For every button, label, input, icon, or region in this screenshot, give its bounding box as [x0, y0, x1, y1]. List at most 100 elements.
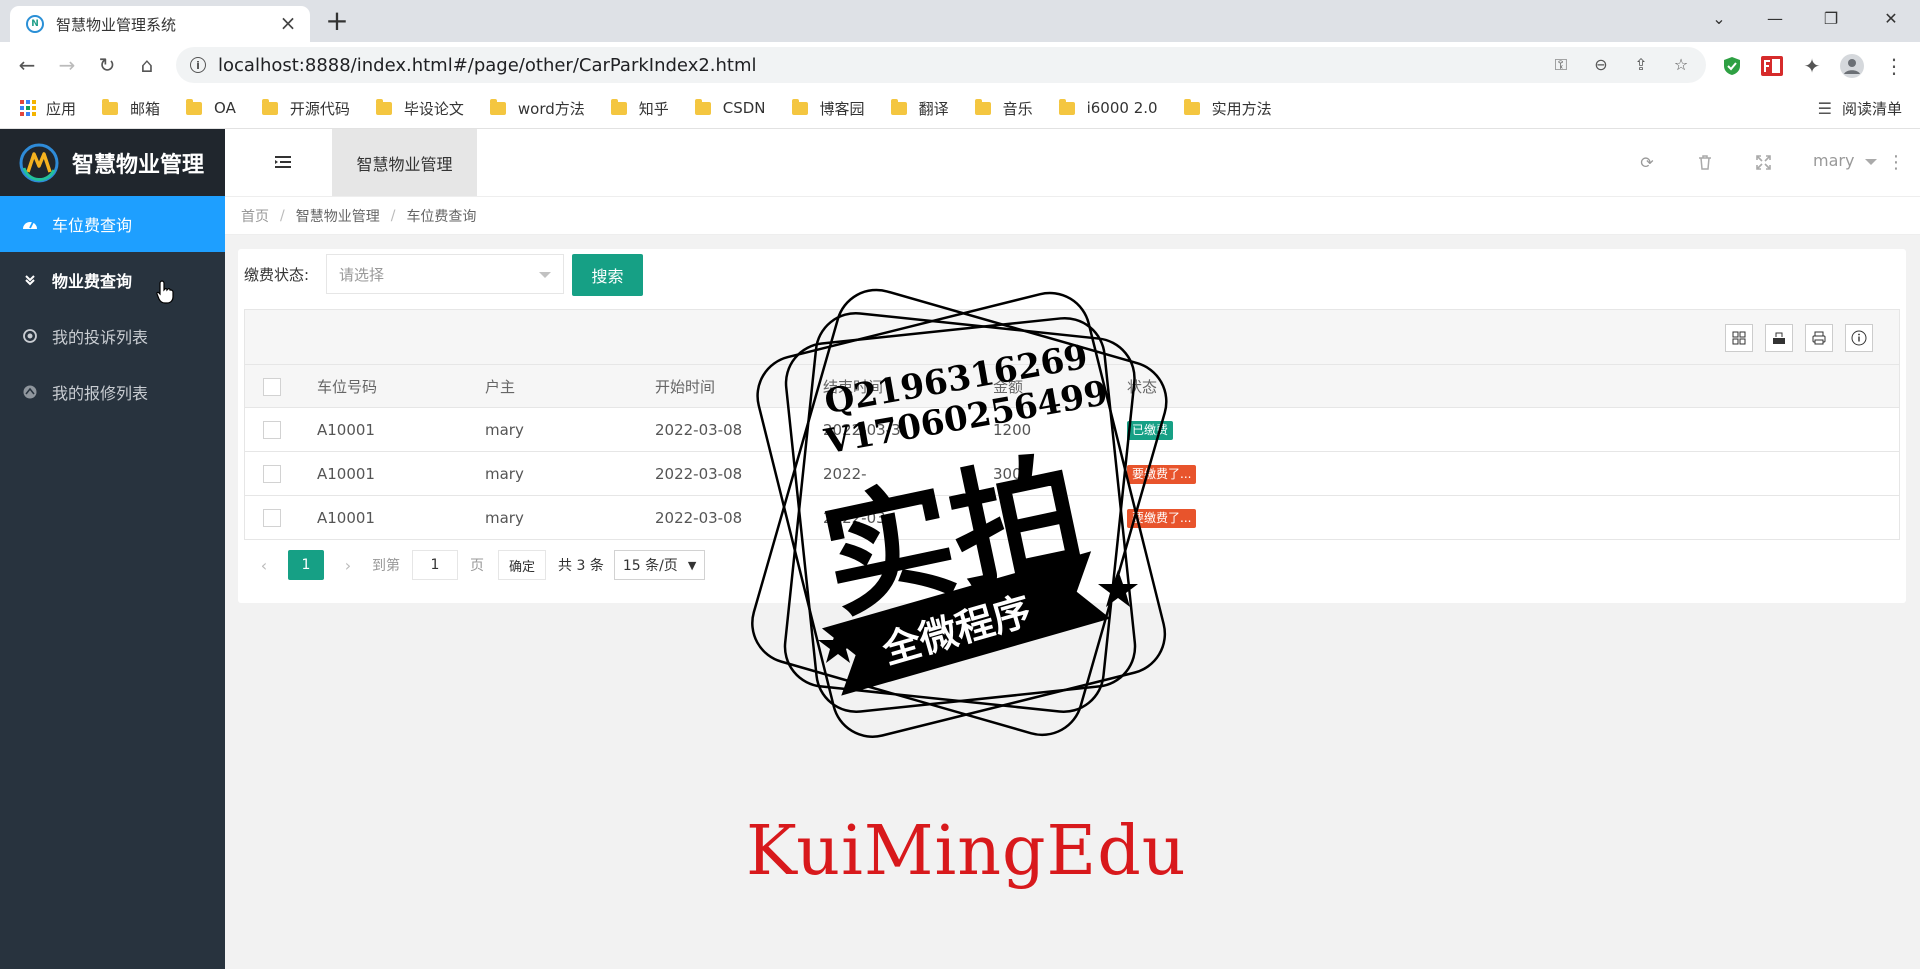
folder-icon: [1058, 98, 1075, 115]
table-toolbar: [244, 309, 1900, 365]
cell-owner: mary: [485, 465, 524, 483]
bookmarks-bar: 应用 邮箱 OA 开源代码 毕设论文 word方法 知乎 CSDN 博客园 翻译…: [0, 88, 1920, 129]
filter-label: 缴费状态:: [244, 266, 310, 284]
bookmark-star-icon[interactable]: ☆: [1670, 55, 1692, 75]
row-checkbox[interactable]: [263, 421, 281, 439]
reading-list[interactable]: ☰ 阅读清单: [1818, 88, 1902, 128]
bookmark-folder[interactable]: word方法: [478, 94, 599, 122]
folder-icon: [890, 98, 907, 115]
cell-amount: 1200: [993, 421, 1032, 439]
share-icon[interactable]: ⇪: [1630, 55, 1652, 75]
omnibox[interactable]: i localhost:8888/index.html#/page/other/…: [176, 47, 1706, 83]
payment-status-select[interactable]: 请选择: [326, 254, 564, 294]
bookmark-folder[interactable]: 音乐: [963, 94, 1047, 122]
folder-icon: [186, 98, 203, 115]
column-header[interactable]: 状态: [1127, 365, 1157, 409]
sidebar-toggle-icon[interactable]: [273, 152, 293, 172]
back-icon[interactable]: ←: [12, 50, 42, 80]
url-text: localhost:8888/index.html#/page/other/Ca…: [218, 54, 757, 76]
cell-code: A10001: [317, 421, 375, 439]
table-row[interactable]: A10001 mary 2022-03-08 2022-03-3 1200 已缴…: [244, 408, 1900, 452]
column-header[interactable]: 户主: [485, 365, 515, 409]
table-row[interactable]: A10001 mary 2022-03-08 2022-03- 要缴费了...: [244, 496, 1900, 540]
bookmark-folder[interactable]: 实用方法: [1172, 94, 1286, 122]
reload-icon[interactable]: ↻: [92, 50, 122, 80]
fe-extension-icon[interactable]: [1760, 54, 1784, 78]
current-page[interactable]: 1: [288, 550, 324, 580]
site-info-icon[interactable]: i: [190, 57, 206, 73]
cell-code: A10001: [317, 465, 375, 483]
search-button[interactable]: 搜索: [572, 254, 643, 296]
extensions-puzzle-icon[interactable]: ✦: [1800, 54, 1824, 78]
column-header[interactable]: 车位号码: [317, 365, 377, 409]
confirm-page-button[interactable]: 确定: [498, 550, 547, 580]
browser-menu-icon[interactable]: ⋮: [1882, 54, 1906, 78]
bookmark-folder[interactable]: 知乎: [599, 94, 683, 122]
sidebar-item-carpark-fee[interactable]: 车位费查询: [0, 196, 225, 252]
refresh-icon[interactable]: ⟳: [1636, 151, 1658, 173]
more-vertical-icon[interactable]: ⋮: [1885, 151, 1907, 173]
page-unit-label: 页: [470, 558, 484, 574]
page-size-select[interactable]: 15 条/页 ▼: [613, 550, 706, 580]
breadcrumb-home[interactable]: 首页: [241, 206, 269, 226]
browser-tab[interactable]: N 智慧物业管理系统 ×: [10, 6, 310, 42]
bookmark-folder[interactable]: 博客园: [780, 94, 879, 122]
bookmark-folder[interactable]: i6000 2.0: [1047, 94, 1172, 122]
cell-start: 2022-03-08: [655, 421, 743, 439]
row-checkbox[interactable]: [263, 509, 281, 527]
bookmark-folder[interactable]: 毕设论文: [364, 94, 478, 122]
next-page-icon[interactable]: ›: [338, 556, 358, 575]
bookmark-folder[interactable]: CSDN: [683, 94, 780, 122]
header-tab[interactable]: 智慧物业管理: [332, 129, 477, 196]
window-close-icon[interactable]: ✕: [1868, 0, 1914, 36]
bookmark-folder[interactable]: 翻译: [879, 94, 963, 122]
page-number-input[interactable]: 1: [412, 550, 458, 580]
apps-grid-icon: [20, 100, 36, 116]
minimize-icon[interactable]: —: [1752, 0, 1798, 36]
column-header[interactable]: 结束时间: [823, 365, 883, 409]
columns-filter-icon[interactable]: [1725, 324, 1753, 352]
trash-icon[interactable]: [1694, 151, 1716, 173]
gauge-icon: [22, 384, 38, 400]
sidebar-item-repairs[interactable]: 我的报修列表: [0, 364, 225, 420]
restore-icon[interactable]: ❐: [1808, 0, 1854, 36]
row-checkbox[interactable]: [263, 465, 281, 483]
cell-owner: mary: [485, 421, 524, 439]
print-icon[interactable]: [1805, 324, 1833, 352]
sidebar-item-property-fee[interactable]: 物业费查询: [0, 252, 225, 308]
chevron-down-icon: ▼: [687, 558, 697, 572]
bookmark-apps[interactable]: 应用: [0, 94, 90, 122]
select-all-checkbox[interactable]: [263, 378, 281, 396]
table-row[interactable]: A10001 mary 2022-03-08 2022- 300 要缴费了...: [244, 452, 1900, 496]
profile-avatar-icon[interactable]: [1840, 54, 1864, 78]
watermark-brand-text: KuiMingEdu: [746, 812, 1187, 891]
user-menu[interactable]: mary: [1813, 151, 1877, 170]
select-caret-icon: [539, 272, 551, 278]
new-tab-icon[interactable]: +: [322, 7, 352, 38]
bookmark-folder[interactable]: 开源代码: [250, 94, 364, 122]
breadcrumb-section[interactable]: 智慧物业管理: [296, 206, 380, 226]
table-header-row: 车位号码 户主 开始时间 结束时间 金额 状态: [244, 364, 1900, 408]
tab-search-icon[interactable]: ⌄: [1696, 0, 1742, 36]
zoom-icon[interactable]: ⊖: [1590, 55, 1612, 75]
status-badge: 要缴费了...: [1127, 465, 1197, 484]
prev-page-icon[interactable]: ‹: [254, 556, 274, 575]
fullscreen-icon[interactable]: [1752, 151, 1774, 173]
column-header[interactable]: 金额: [993, 365, 1023, 409]
bookmark-folder[interactable]: OA: [174, 94, 250, 122]
brand-logo-icon: [19, 143, 59, 182]
browser-tabbar: N 智慧物业管理系统 × + ⌄ — ❐ ✕: [0, 0, 1920, 42]
shield-extension-icon[interactable]: [1720, 54, 1744, 78]
close-tab-icon[interactable]: ×: [278, 13, 298, 34]
export-icon[interactable]: [1765, 324, 1793, 352]
sidebar-item-complaints[interactable]: 我的投诉列表: [0, 308, 225, 364]
bookmark-folder[interactable]: 邮箱: [90, 94, 174, 122]
home-icon[interactable]: ⌂: [132, 50, 162, 80]
folder-icon: [694, 98, 711, 115]
target-icon: [22, 328, 38, 344]
folder-icon: [791, 98, 808, 115]
column-header[interactable]: 开始时间: [655, 365, 715, 409]
key-icon[interactable]: ⚿: [1550, 55, 1572, 75]
forward-icon[interactable]: →: [52, 50, 82, 80]
info-icon[interactable]: [1845, 324, 1873, 352]
